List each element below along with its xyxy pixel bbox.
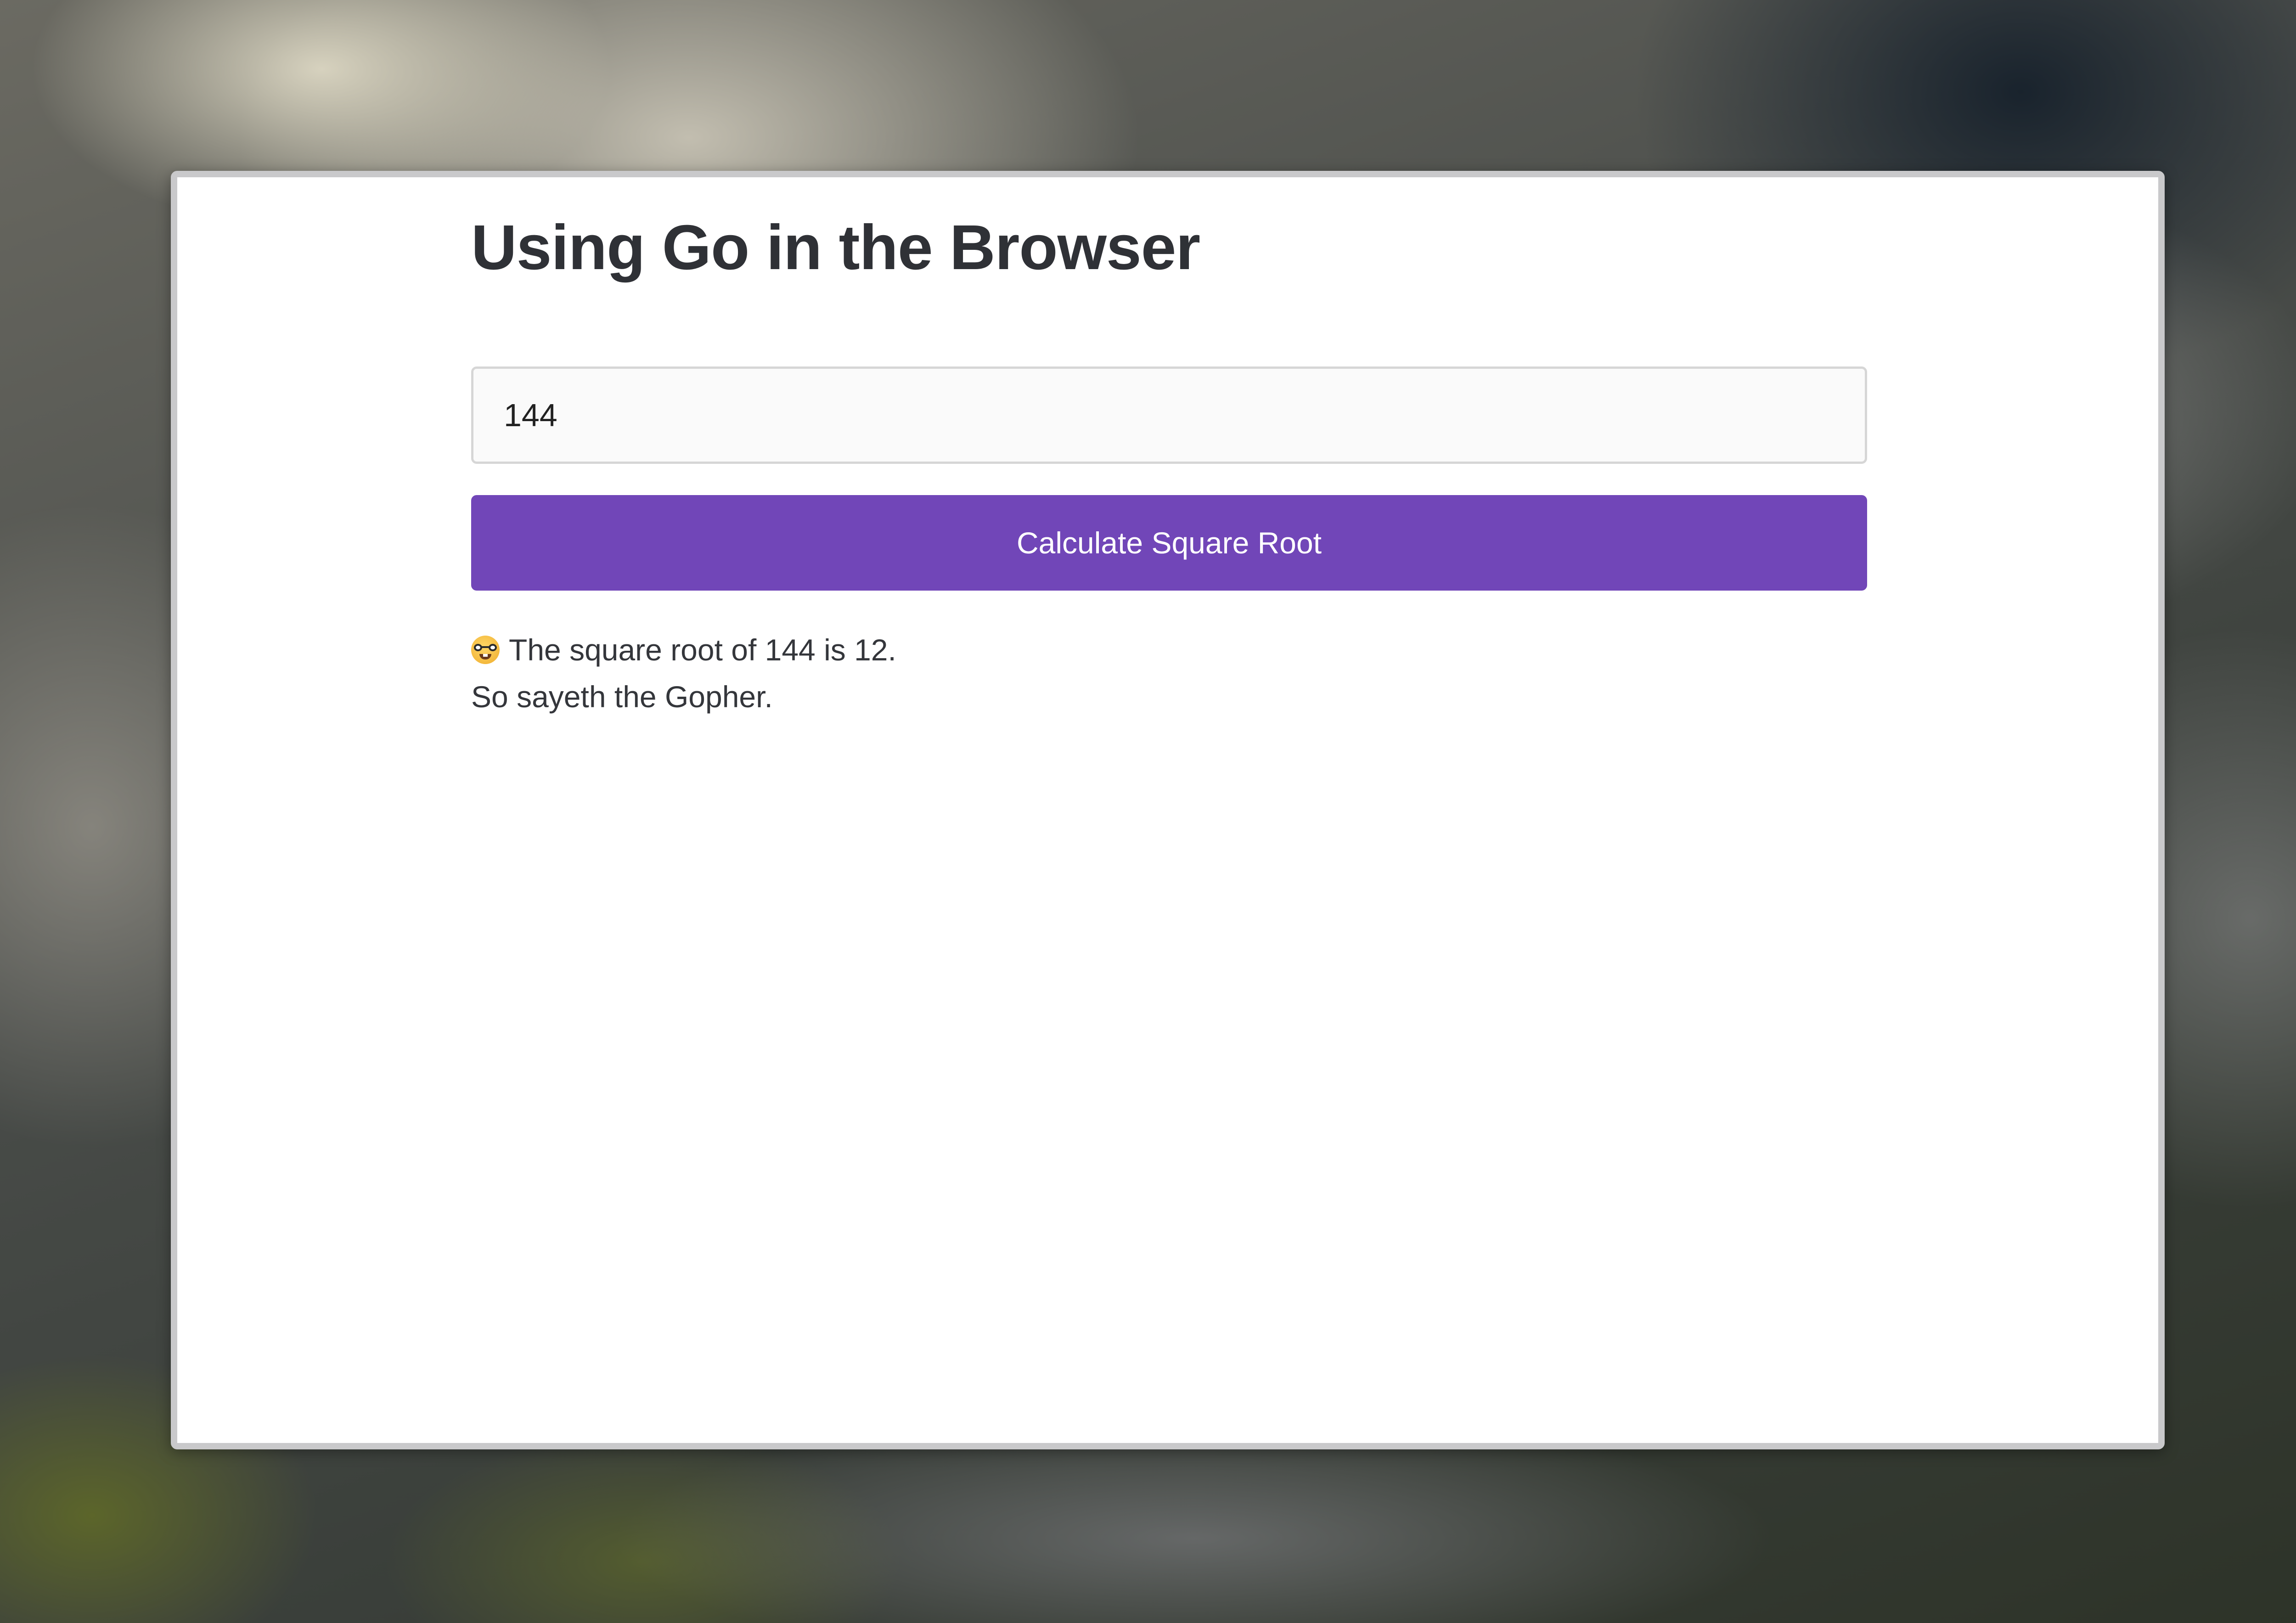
result-signoff: So sayeth the Gopher. bbox=[471, 680, 773, 714]
calculate-square-root-button[interactable]: Calculate Square Root bbox=[471, 495, 1867, 591]
number-input[interactable] bbox=[471, 366, 1867, 464]
result-text: The square root of 144 is 12. bbox=[509, 633, 896, 667]
main-content: Using Go in the Browser Calculate Square… bbox=[471, 177, 1867, 720]
page-title: Using Go in the Browser bbox=[471, 212, 1200, 283]
result-line: The square root of 144 is 12. bbox=[471, 626, 1867, 673]
result-output: The square root of 144 is 12. So sayeth … bbox=[471, 626, 1867, 720]
browser-window: Using Go in the Browser Calculate Square… bbox=[171, 171, 2165, 1449]
nerd-face-icon bbox=[471, 636, 500, 664]
